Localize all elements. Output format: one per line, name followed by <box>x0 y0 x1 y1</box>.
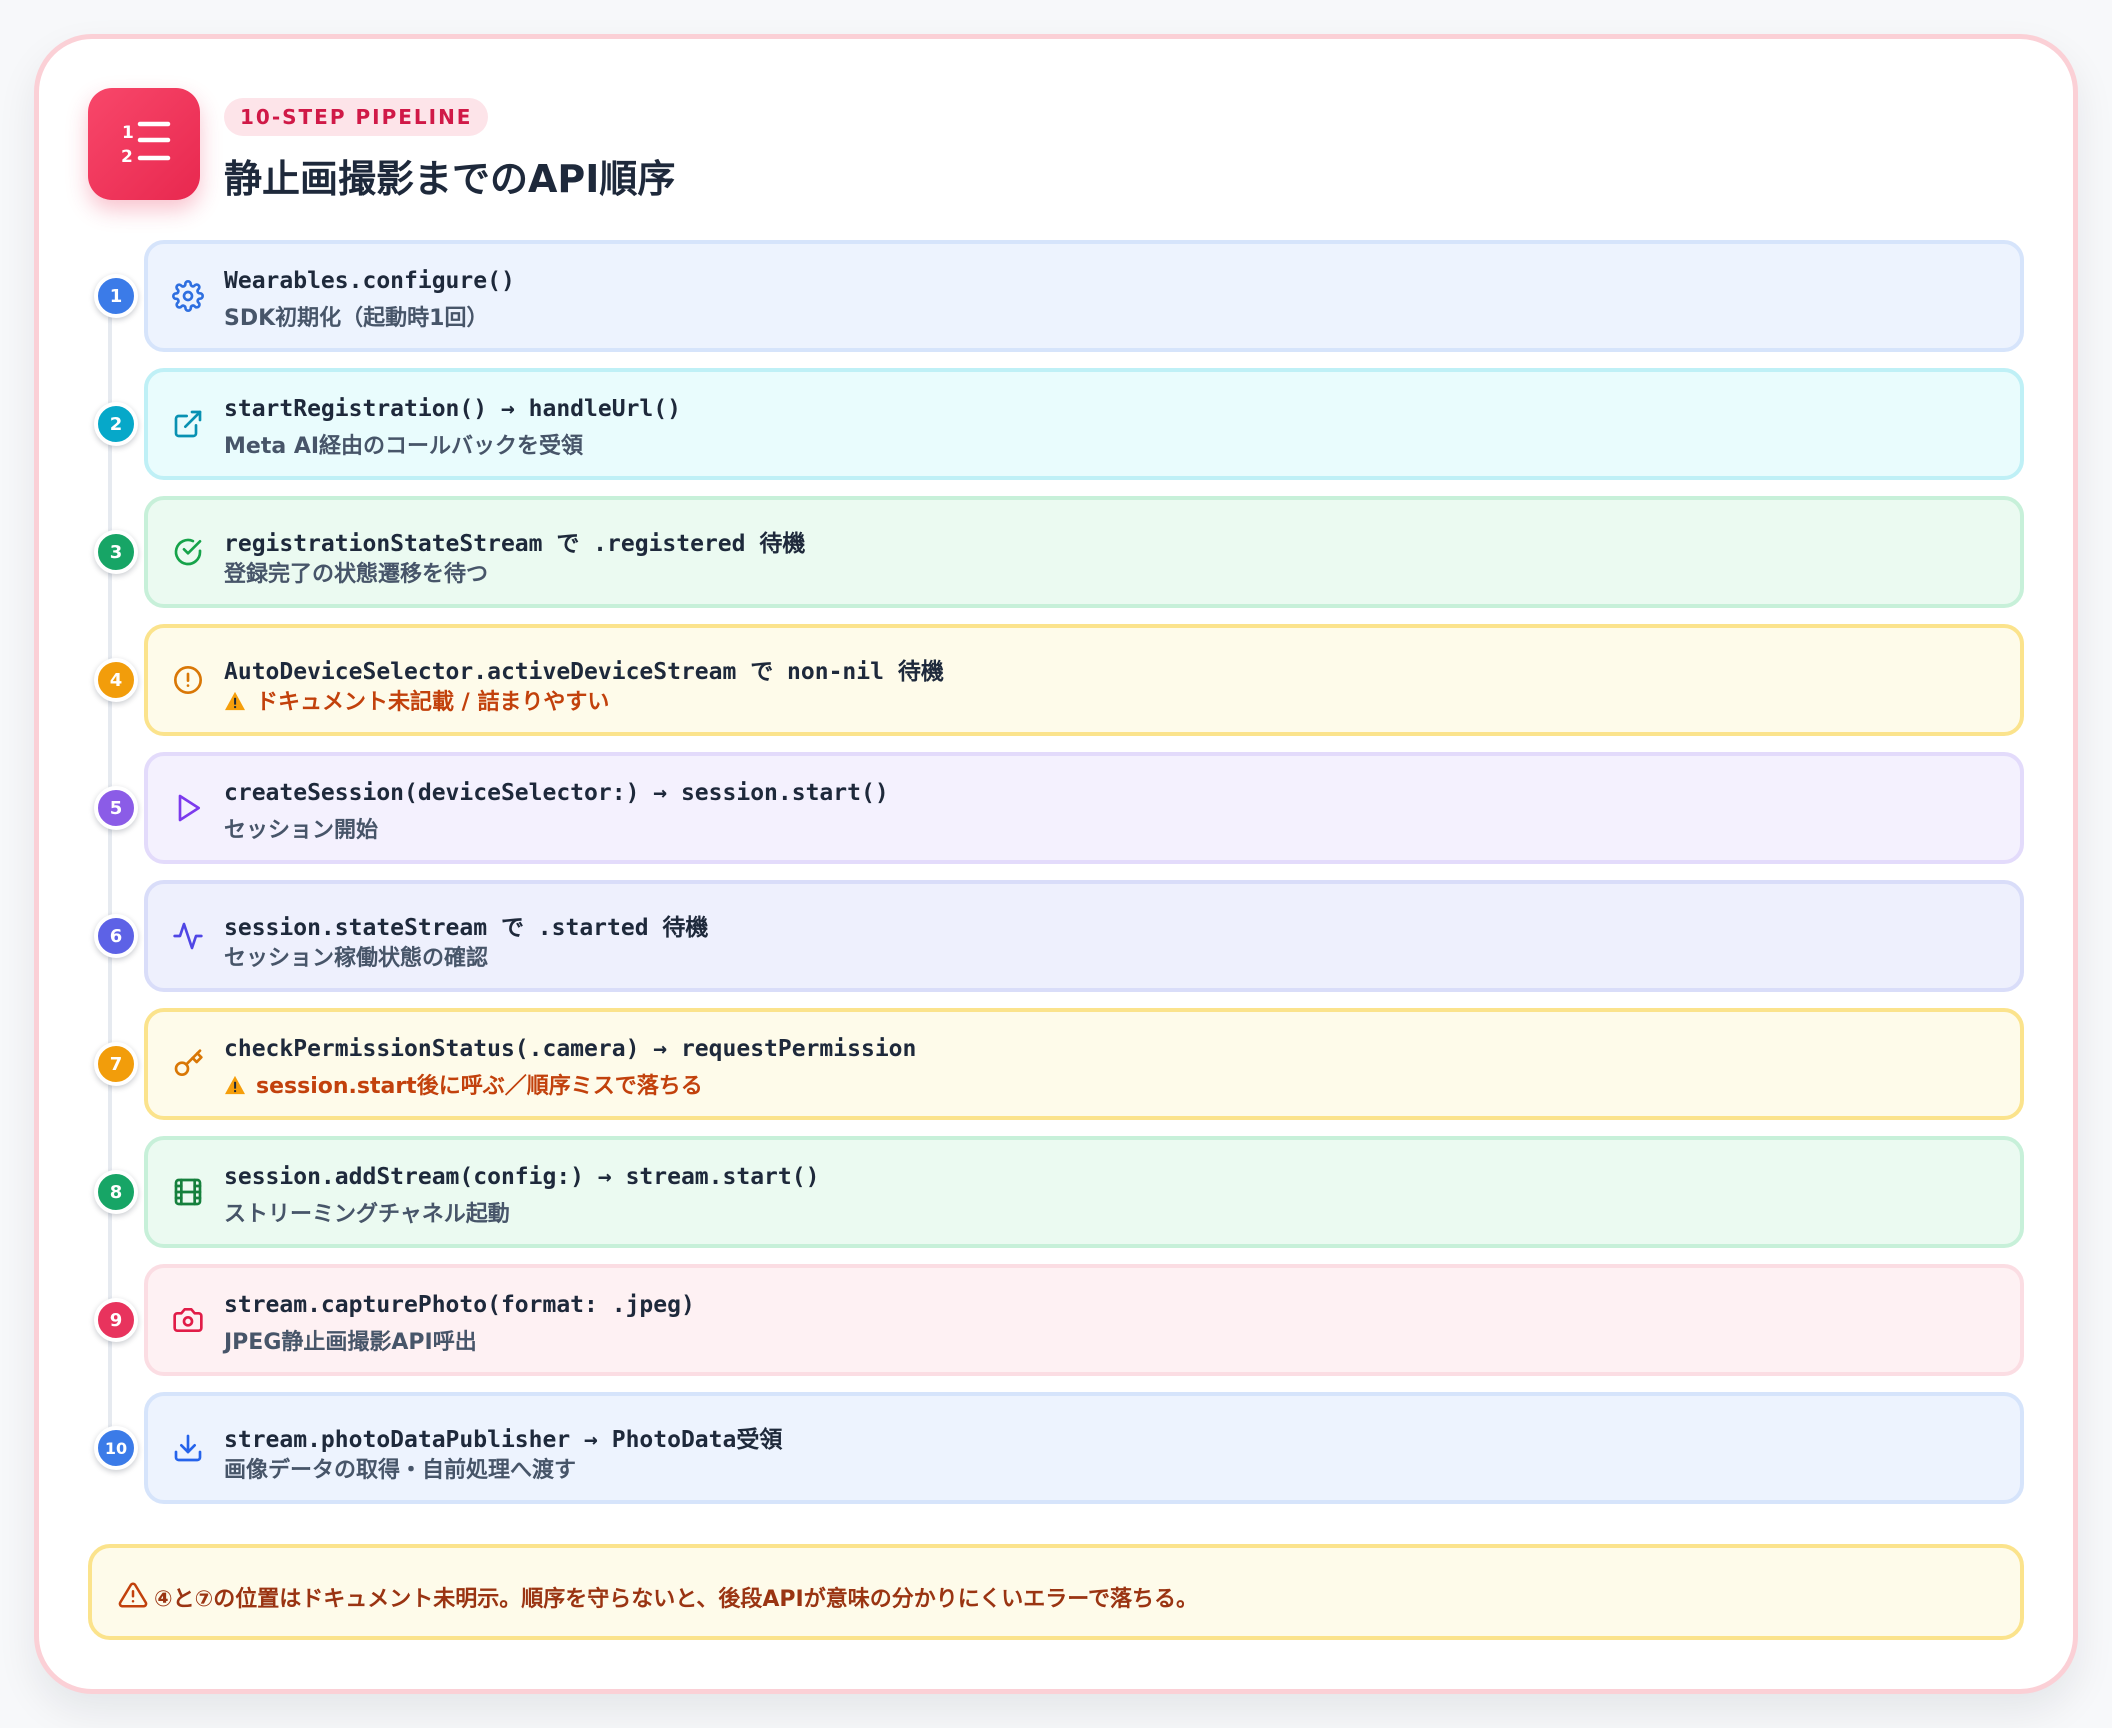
step-description: セッション稼働状態の確認 <box>224 940 488 972</box>
warning-note-text: ④と⑦の位置はドキュメント未明示。順序を守らないと、後段APIが意味の分かりにく… <box>154 1587 1198 1612</box>
gear-icon <box>168 276 208 316</box>
timeline-rail <box>108 296 112 1456</box>
step-description: 登録完了の状態遷移を待つ <box>224 556 488 588</box>
step-api-call: startRegistration() → handleUrl() <box>224 396 681 422</box>
step-number: 10 <box>94 1426 138 1470</box>
step-description: ストリーミングチャネル起動 <box>224 1196 510 1228</box>
step-card: stream.photoDataPublisher → PhotoData受領画… <box>144 1392 2024 1504</box>
play-icon <box>168 788 208 828</box>
step-api-call: stream.capturePhoto(format: .jpeg) <box>224 1292 695 1318</box>
download-icon <box>168 1428 208 1468</box>
step-card: AutoDeviceSelector.activeDeviceStream で … <box>144 624 2024 736</box>
step-description-text: Meta AI経由のコールバックを受領 <box>224 434 584 459</box>
warning-icon <box>224 690 246 715</box>
camera-icon <box>168 1300 208 1340</box>
activity-icon <box>168 916 208 956</box>
step-api-call: stream.photoDataPublisher → PhotoData受領 <box>224 1427 783 1453</box>
step-number: 8 <box>94 1170 138 1214</box>
logo: 1 2 <box>88 88 200 200</box>
step-number: 1 <box>94 274 138 318</box>
step-description-text: 登録完了の状態遷移を待つ <box>224 562 489 587</box>
numbered-list-icon: 1 2 <box>116 114 172 174</box>
step-card: registrationStateStream で .registered 待機… <box>144 496 2024 608</box>
svg-text:2: 2 <box>121 147 133 167</box>
step-api-call: registrationStateStream で .registered 待機 <box>224 531 806 557</box>
step-card: Wearables.configure() SDK初期化（起動時1回） <box>144 240 2024 352</box>
step-api-call: createSession(deviceSelector:) → session… <box>224 780 889 806</box>
step-card: startRegistration() → handleUrl() Meta AI… <box>144 368 2024 480</box>
step-number: 4 <box>94 658 138 702</box>
step-number: 5 <box>94 786 138 830</box>
page-title: 静止画撮影までのAPI順序 <box>224 157 676 201</box>
step-api-call: session.stateStream で .started 待機 <box>224 915 709 941</box>
step-description-text: セッション開始 <box>224 818 379 843</box>
step-number: 7 <box>94 1042 138 1086</box>
step-number: 2 <box>94 402 138 446</box>
step-description: SDK初期化（起動時1回） <box>224 300 488 332</box>
external-link-icon <box>168 404 208 444</box>
step-description: JPEG静止画撮影API呼出 <box>224 1324 477 1356</box>
film-icon <box>168 1172 208 1212</box>
step-api-call: session.addStream(config:) → stream.star… <box>224 1164 820 1190</box>
step-card: stream.capturePhoto(format: .jpeg) JPEG静止… <box>144 1264 2024 1376</box>
step-description-text: SDK初期化（起動時1回） <box>224 306 489 331</box>
warning-note: ④と⑦の位置はドキュメント未明示。順序を守らないと、後段APIが意味の分かりにく… <box>88 1544 2024 1640</box>
step-description-text: ドキュメント未記載 / 詰まりやすい <box>256 690 610 715</box>
step-card: checkPermissionStatus(.camera) → request… <box>144 1008 2024 1120</box>
step-api-call: Wearables.configure() <box>224 268 515 294</box>
step-card: session.stateStream で .started 待機 セッション稼働… <box>144 880 2024 992</box>
step-description-text: session.start後に呼ぶ／順序ミスで落ちる <box>256 1074 703 1099</box>
step-api-call: checkPermissionStatus(.camera) → request… <box>224 1036 917 1062</box>
step-description: ドキュメント未記載 / 詰まりやすい <box>224 684 609 716</box>
step-description: セッション開始 <box>224 812 378 844</box>
step-number: 3 <box>94 530 138 574</box>
step-card: createSession(deviceSelector:) → session… <box>144 752 2024 864</box>
step-description: 画像データの取得・自前処理へ渡す <box>224 1452 576 1484</box>
step-number: 9 <box>94 1298 138 1342</box>
alert-circle-icon <box>168 660 208 700</box>
pipeline-badge: 10-STEP PIPELINE <box>224 98 489 136</box>
check-circle-icon <box>168 532 208 572</box>
step-description-text: 画像データの取得・自前処理へ渡す <box>224 1458 577 1483</box>
warning-triangle-icon <box>118 1580 148 1610</box>
step-description-text: ストリーミングチャネル起動 <box>224 1202 510 1227</box>
step-number: 6 <box>94 914 138 958</box>
key-icon <box>168 1044 208 1084</box>
step-description-text: JPEG静止画撮影API呼出 <box>224 1330 477 1355</box>
svg-text:1: 1 <box>122 123 134 143</box>
warning-icon <box>224 1074 246 1099</box>
step-description: Meta AI経由のコールバックを受領 <box>224 428 583 460</box>
step-description: session.start後に呼ぶ／順序ミスで落ちる <box>224 1068 703 1100</box>
step-card: session.addStream(config:) → stream.star… <box>144 1136 2024 1248</box>
step-description-text: セッション稼働状態の確認 <box>224 946 489 971</box>
step-api-call: AutoDeviceSelector.activeDeviceStream で … <box>224 659 944 685</box>
